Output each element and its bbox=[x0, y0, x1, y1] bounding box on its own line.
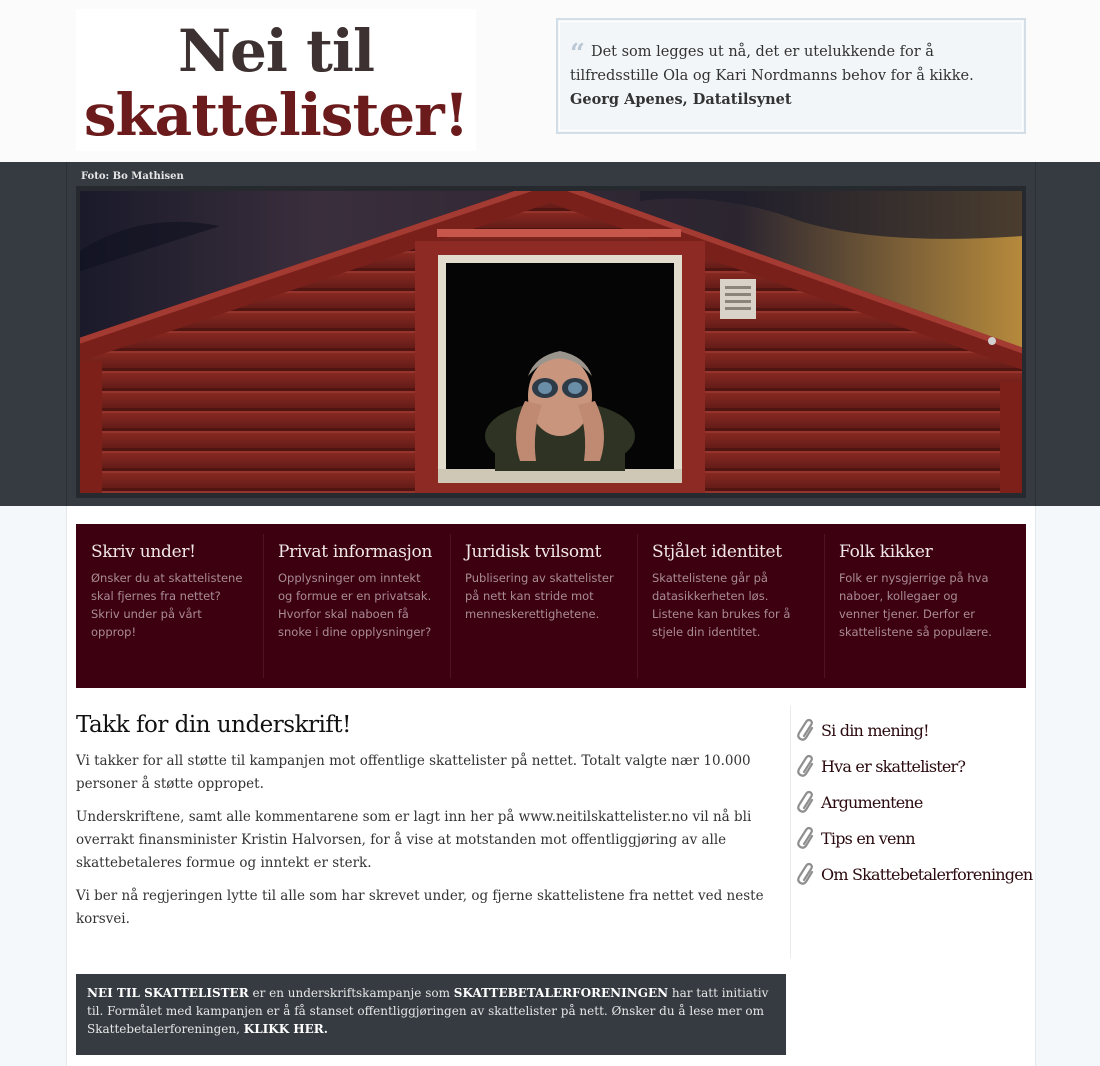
feature-text: Ønsker du at skattelistene skal fjernes … bbox=[91, 571, 243, 639]
sidebar-nav: Si din mening! Hva er skattelister? Argu… bbox=[796, 712, 1033, 892]
sidebar-link-label: Argumentene bbox=[821, 792, 923, 812]
sidebar-link-tip-friend[interactable]: Tips en venn bbox=[796, 820, 1031, 856]
main-article: Takk for din underskrift! Vi takker for … bbox=[76, 712, 788, 941]
photo-credit: Foto: Bo Mathisen bbox=[81, 171, 184, 182]
feature-legal[interactable]: Juridisk tvilsomt Publisering av skattel… bbox=[450, 524, 637, 688]
header-quote: “Det som legges ut nå, det er utelukkend… bbox=[556, 18, 1026, 134]
paperclip-icon bbox=[797, 754, 814, 777]
sidebar-link-label: Tips en venn bbox=[821, 828, 916, 848]
site-header: Nei til skattelister! “Det som legges ut… bbox=[0, 0, 1100, 162]
quote-icon: “ bbox=[570, 39, 585, 69]
paperclip-icon bbox=[797, 718, 814, 741]
org-name: SKATTEBETALERFORENINGEN bbox=[453, 986, 669, 1000]
quote-text: Det som legges ut nå, det er utelukkende… bbox=[570, 44, 974, 84]
hero-photo bbox=[80, 191, 1022, 493]
hero-photo-frame bbox=[76, 186, 1026, 498]
campaign-name: NEI TIL SKATTELISTER bbox=[87, 986, 249, 1000]
article-paragraph: Vi ber nå regjeringen lytte til alle som… bbox=[76, 888, 764, 927]
photo-band: Foto: Bo Mathisen bbox=[0, 162, 1100, 506]
paperclip-icon bbox=[797, 826, 814, 849]
feature-title: Stjålet identitet bbox=[652, 542, 782, 562]
band-edge-left bbox=[66, 162, 67, 506]
footer-text: er en underskriftskampanje som bbox=[248, 986, 454, 1000]
sidebar-link-label: Om Skattebetalerforeningen bbox=[821, 864, 1033, 884]
sidebar-link-what-are-tax-lists[interactable]: Hva er skattelister? bbox=[796, 748, 1031, 784]
feature-title: Juridisk tvilsomt bbox=[465, 542, 602, 562]
feature-title: Privat informasjon bbox=[278, 542, 433, 562]
feature-peeking[interactable]: Folk kikker Folk er nysgjerrige på hva n… bbox=[824, 524, 1011, 688]
paperclip-icon bbox=[797, 862, 814, 885]
read-more-link[interactable]: KLIKK HER. bbox=[244, 1022, 328, 1036]
sidebar-link-opinion[interactable]: Si din mening! bbox=[796, 712, 1031, 748]
feature-strip: Skriv under! Ønsker du at skattelistene … bbox=[76, 524, 1026, 688]
feature-identity[interactable]: Stjålet identitet Skattelistene går på d… bbox=[637, 524, 824, 688]
feature-text: Folk er nysgjerrige på hva naboer, kolle… bbox=[839, 571, 992, 639]
logo-line-2: skattelister! bbox=[83, 81, 469, 149]
site-logo[interactable]: Nei til skattelister! bbox=[76, 9, 476, 151]
article-title: Takk for din underskrift! bbox=[76, 712, 351, 738]
article-paragraph: Underskriftene, samt alle kommentarene s… bbox=[76, 809, 752, 871]
paperclip-icon bbox=[797, 790, 814, 813]
sidebar-link-about[interactable]: Om Skattebetalerforeningen bbox=[796, 856, 1033, 892]
sidebar-link-arguments[interactable]: Argumentene bbox=[796, 784, 1031, 820]
sidebar-link-label: Si din mening! bbox=[821, 720, 930, 740]
article-paragraph: Vi takker for all støtte til kampanjen m… bbox=[76, 753, 751, 792]
feature-title: Folk kikker bbox=[839, 542, 933, 562]
feature-private-info[interactable]: Privat informasjon Opplysninger om innte… bbox=[263, 524, 450, 688]
sidebar-link-label: Hva er skattelister? bbox=[821, 756, 966, 776]
feature-title: Skriv under! bbox=[91, 542, 196, 562]
feature-sign[interactable]: Skriv under! Ønsker du at skattelistene … bbox=[76, 524, 263, 688]
band-edge-right bbox=[1035, 162, 1036, 506]
logo-line-1: Nei til bbox=[178, 17, 375, 85]
feature-text: Opplysninger om inntekt og formue er en … bbox=[278, 571, 432, 639]
quote-author: Georg Apenes, Datatilsynet bbox=[570, 91, 792, 108]
feature-text: Publisering av skattelister på nett kan … bbox=[465, 571, 614, 621]
column-divider bbox=[790, 706, 791, 958]
campaign-info-box: NEI TIL SKATTELISTER er en underskriftsk… bbox=[76, 974, 786, 1055]
feature-text: Skattelistene går på datasikkerheten løs… bbox=[652, 571, 791, 639]
